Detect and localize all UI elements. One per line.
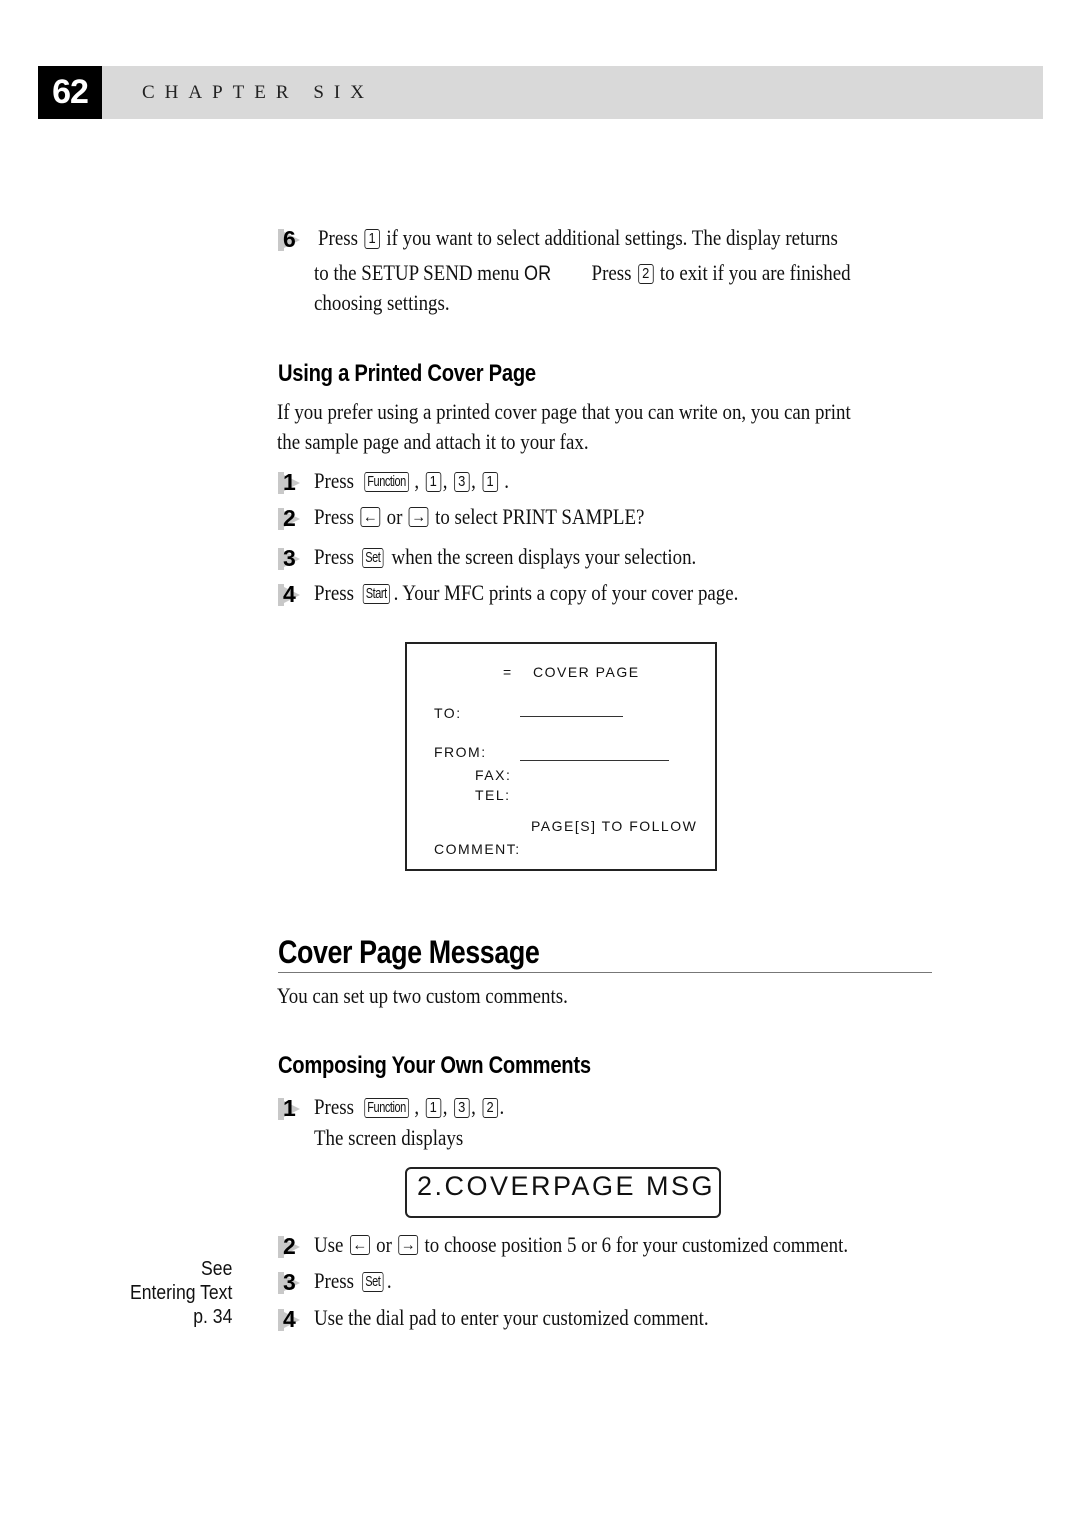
key-2: 2 [482, 1098, 498, 1118]
side-note-line-1: See [200, 1258, 232, 1280]
to-label: TO: [434, 705, 462, 721]
step-text: Press Function, 1, 3, 1 . [314, 468, 509, 493]
intro-line-1: If you prefer using a printed cover page… [277, 399, 851, 424]
step-number-badge: 3 [278, 545, 312, 572]
section-heading-cover-message: Cover Page Message [278, 934, 540, 970]
section-heading-printed-cover: Using a Printed Cover Page [278, 360, 536, 387]
left-arrow-key-icon: ← [349, 1235, 370, 1255]
step-number-badge: 4 [278, 581, 312, 608]
key-3: 3 [453, 1098, 470, 1118]
step-6-line-3: choosing settings. [314, 290, 450, 315]
screen-displays-text: The screen displays [314, 1125, 464, 1150]
step-text: Press Set. [314, 1268, 392, 1293]
heading-rule [278, 972, 932, 973]
step-text: Use the dial pad to enter your customize… [314, 1305, 709, 1330]
function-key: Function [364, 1098, 409, 1118]
right-arrow-key-icon: → [408, 507, 429, 527]
key-1: 1 [482, 472, 498, 492]
key-1: 1 [425, 1098, 442, 1118]
key-3: 3 [453, 472, 470, 492]
step-number-badge: 1 [278, 1095, 312, 1122]
step-number-badge: 6 [278, 226, 312, 253]
set-key: Set [362, 548, 384, 568]
cover-message-intro: You can set up two custom comments. [277, 983, 568, 1008]
step-text: Use ← or → to choose position 5 or 6 for… [314, 1232, 849, 1257]
section-heading-composing: Composing Your Own Comments [278, 1052, 591, 1079]
step-number-badge: 2 [278, 505, 312, 532]
step-text: Press Set when the screen displays your … [314, 544, 697, 569]
intro-line-2: the sample page and attach it to your fa… [277, 429, 589, 454]
lcd-display: 2.COVERPAGE MSG [405, 1167, 721, 1218]
side-note-reference: See Entering Text p. 34 [130, 1257, 232, 1329]
set-key: Set [362, 1272, 384, 1292]
step-number-badge: 2 [278, 1233, 312, 1260]
key-1: 1 [364, 229, 380, 249]
or-label: OR [524, 262, 552, 285]
right-arrow-key-icon: → [398, 1235, 419, 1255]
step-text: Press ← or → to select PRINT SAMPLE? [314, 504, 645, 529]
chapter-title: CHAPTER SIX [142, 82, 374, 103]
step-number-badge: 4 [278, 1306, 312, 1333]
step-text: Press 1 if you want to select additional… [318, 225, 838, 250]
to-line [520, 716, 623, 717]
left-arrow-key-icon: ← [360, 507, 381, 527]
cover-title: COVER PAGE [533, 664, 640, 680]
step-number: 6 [283, 226, 296, 252]
page-number: 62 [38, 66, 102, 119]
from-line [520, 760, 669, 761]
side-note-line-3: p. 34 [192, 1306, 232, 1328]
step-text: Press Start. Your MFC prints a copy of y… [314, 580, 739, 605]
tel-label: TEL: [475, 787, 511, 803]
pages-to-follow-label: PAGE[S] TO FOLLOW [531, 818, 698, 834]
from-label: FROM: [434, 744, 487, 760]
step-6-line-2: to the SETUP SEND menu OR Press 2 to exi… [314, 260, 851, 285]
key-1: 1 [425, 472, 442, 492]
cover-title-marker: = [503, 664, 513, 680]
side-note-line-2: Entering Text [129, 1282, 232, 1304]
step-number-badge: 3 [278, 1269, 312, 1296]
key-2: 2 [637, 264, 654, 284]
lcd-text: 2.COVERPAGE MSG [417, 1171, 716, 1201]
step-text: Press Function, 1, 3, 2. [314, 1094, 505, 1119]
cover-page-sample: = COVER PAGE TO: FROM: FAX: TEL: PAGE[S]… [405, 642, 717, 871]
fax-label: FAX: [475, 767, 512, 783]
step-number-badge: 1 [278, 469, 312, 496]
function-key: Function [364, 472, 409, 492]
start-key: Start [362, 584, 390, 604]
comment-label: COMMENT: [434, 841, 521, 857]
